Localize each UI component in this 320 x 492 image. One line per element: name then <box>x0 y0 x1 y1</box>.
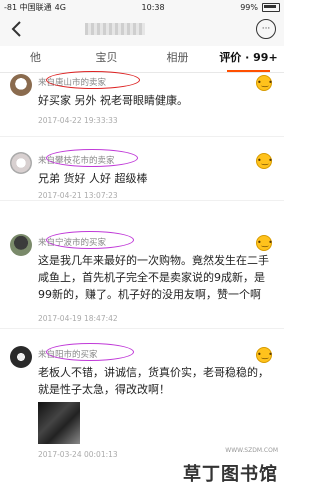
review-source[interactable]: 来自阳市的买家 <box>38 348 98 360</box>
tab-reviews[interactable]: 评价 · 99+ <box>213 46 284 72</box>
tab-items[interactable]: 宝贝 <box>71 46 142 72</box>
watermark-url: WWW.SZDM.COM <box>225 447 278 454</box>
review-text: 好买家 另外 祝老哥眼睛健康。 <box>38 94 188 107</box>
tab-album[interactable]: 相册 <box>142 46 213 72</box>
tab-bar: 他 宝贝 相册 评价 · 99+ <box>0 46 284 73</box>
review-source[interactable]: 来自唐山市的卖家 <box>38 76 106 88</box>
review-source[interactable]: 来自攀枝花市的卖家 <box>38 154 115 166</box>
review-item: 来自攀枝花市的卖家 •‿• 兄弟 货好 人好 超级棒 2017-04-21 13… <box>0 149 284 201</box>
review-text: 这是我几年来最好的一次购物。竟然发生在二手咸鱼上，首先机子完全不是卖家说的9成新… <box>38 254 269 301</box>
blurred-title <box>85 23 145 35</box>
review-date: 2017-03-24 00:01:13 <box>38 450 118 459</box>
nav-bar: ··· <box>0 14 284 47</box>
more-button[interactable]: ··· <box>256 19 276 39</box>
watermark-logo: 草丁图书馆 <box>183 464 278 485</box>
from-name: 阳市的买家 <box>55 350 98 360</box>
review-date: 2017-04-22 19:33:33 <box>38 116 118 125</box>
from-prefix: 来自 <box>38 156 56 166</box>
review-date: 2017-04-21 13:07:23 <box>38 191 118 200</box>
good-rating-icon: •‿• <box>256 347 273 363</box>
review-source[interactable]: 来自宁波市的买家 <box>38 236 106 248</box>
review-item: 来自阳市的买家 •‿• 老板人不错，讲诚信，货真价实，老哥稳稳的，就是性子太急，… <box>0 343 284 464</box>
network-label: 4G <box>54 2 66 12</box>
good-rating-icon: •‿• <box>256 235 273 251</box>
avatar[interactable] <box>10 234 32 256</box>
status-bar: -81 中国联通 4G 10:38 99% <box>0 0 284 14</box>
from-name: 唐山市的卖家 <box>55 78 107 88</box>
from-name: 宁波市的买家 <box>55 238 107 248</box>
review-photo[interactable] <box>38 402 80 444</box>
from-prefix: 来自 <box>38 350 56 360</box>
back-button[interactable] <box>6 18 28 40</box>
from-prefix: 来自 <box>38 78 56 88</box>
from-name: 攀枝花市的卖家 <box>55 156 115 166</box>
good-rating-icon: •‿• <box>256 75 273 91</box>
review-item: 来自宁波市的买家 •‿• 这是我几年来最好的一次购物。竟然发生在二手咸鱼上，首先… <box>0 231 284 329</box>
avatar[interactable] <box>10 346 32 368</box>
battery-label: 99% <box>240 2 258 12</box>
avatar[interactable] <box>10 152 32 174</box>
review-item: 来自唐山市的卖家 •‿• 好买家 另外 祝老哥眼睛健康。 2017-04-22 … <box>0 71 284 137</box>
review-text: 兄弟 货好 人好 超级棒 <box>38 172 148 185</box>
from-prefix: 来自 <box>38 238 56 248</box>
status-time: 10:38 <box>141 2 165 12</box>
battery-icon <box>262 2 280 12</box>
carrier-label: -81 中国联通 <box>4 2 52 12</box>
more-icon: ··· <box>261 23 271 34</box>
review-date: 2017-04-19 18:47:42 <box>38 314 118 323</box>
chevron-left-icon <box>11 21 21 37</box>
review-text: 老板人不错，讲诚信，货真价实，老哥稳稳的，就是性子太急，得改改啊！ <box>38 366 269 396</box>
avatar[interactable] <box>10 74 32 96</box>
good-rating-icon: •‿• <box>256 153 273 169</box>
tab-others[interactable]: 他 <box>0 46 71 72</box>
